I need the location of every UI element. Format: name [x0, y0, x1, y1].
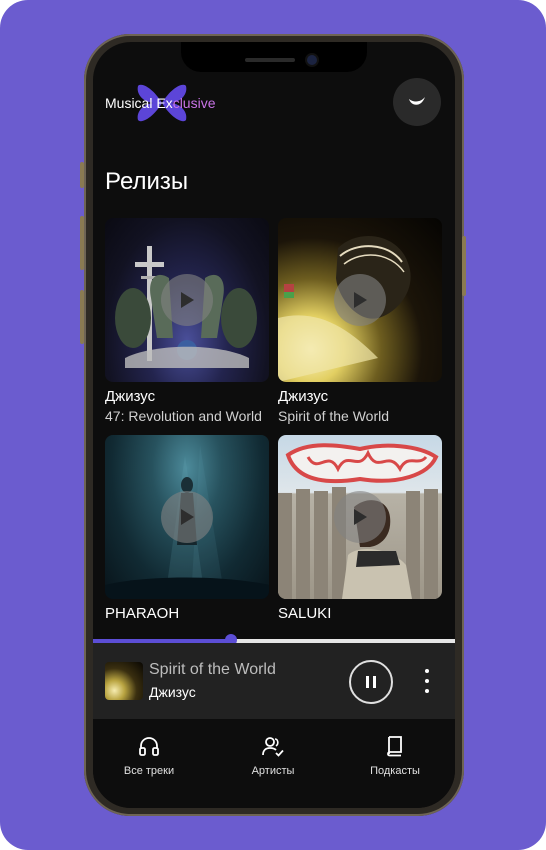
nav-label: Подкасты — [370, 765, 420, 777]
nav-item-podcasts[interactable]: Подкасты — [345, 735, 445, 777]
app-screen: Musical Exclusive Релизы Джизус 47: Revo… — [93, 42, 455, 808]
release-card[interactable]: SALUKI — [278, 435, 442, 623]
play-icon — [354, 509, 367, 525]
artists-icon — [262, 737, 284, 757]
moon-icon — [409, 97, 425, 105]
dot — [425, 679, 429, 683]
speaker — [245, 58, 295, 62]
section-title: Релизы — [105, 168, 189, 195]
release-artist: Джизус — [278, 388, 329, 405]
play-button[interactable] — [161, 491, 213, 543]
app-title: Musical Exclusive — [105, 95, 216, 111]
cross-angels-art — [105, 218, 269, 382]
pause-icon — [366, 676, 376, 688]
power-button — [462, 236, 466, 296]
notch — [181, 42, 367, 72]
release-card[interactable]: Джизус 47: Revolution and World — [105, 218, 269, 425]
now-playing-title: Spirit of the World — [149, 661, 276, 678]
release-title: Spirit of the World — [278, 408, 390, 424]
dot — [425, 689, 429, 693]
release-artist: SALUKI — [278, 605, 332, 622]
mini-player[interactable]: Spirit of the World Джизус — [93, 643, 455, 719]
play-icon — [354, 292, 367, 308]
nav-item-all-tracks[interactable]: Все треки — [99, 735, 199, 777]
play-button[interactable] — [161, 274, 213, 326]
release-card[interactable]: PHARAOH — [105, 435, 269, 623]
theme-toggle-button[interactable] — [393, 78, 441, 126]
pause-button[interactable] — [349, 660, 393, 704]
volume-down-button — [80, 216, 84, 270]
light-portrait-art — [278, 218, 442, 382]
play-icon — [181, 292, 194, 308]
play-button[interactable] — [334, 491, 386, 543]
more-options-button[interactable] — [419, 669, 435, 693]
nav-label: Артисты — [251, 765, 295, 777]
release-title: 47: Revolution and World — [105, 408, 262, 424]
release-card[interactable]: Джизус Spirit of the World — [278, 218, 442, 425]
nav-label: Все треки — [123, 765, 175, 777]
now-playing-cover — [105, 662, 143, 700]
now-playing-artist: Джизус — [149, 684, 196, 700]
dot — [425, 669, 429, 673]
headphones-icon — [139, 737, 159, 756]
volume-up-button — [80, 162, 84, 188]
nav-item-artists[interactable]: Артисты — [223, 735, 323, 777]
app-logo[interactable]: Musical Exclusive — [103, 80, 243, 126]
bottom-navigation: Все треки Артисты Подкасты — [93, 719, 455, 808]
release-artist: Джизус — [105, 388, 156, 405]
underwater-figure-art — [105, 435, 269, 599]
release-artist: PHARAOH — [105, 605, 180, 622]
silent-switch — [80, 290, 84, 344]
play-button[interactable] — [334, 274, 386, 326]
book-icon — [387, 736, 402, 757]
fence-portrait-art — [278, 435, 442, 599]
front-camera — [307, 55, 317, 65]
play-icon — [181, 509, 194, 525]
